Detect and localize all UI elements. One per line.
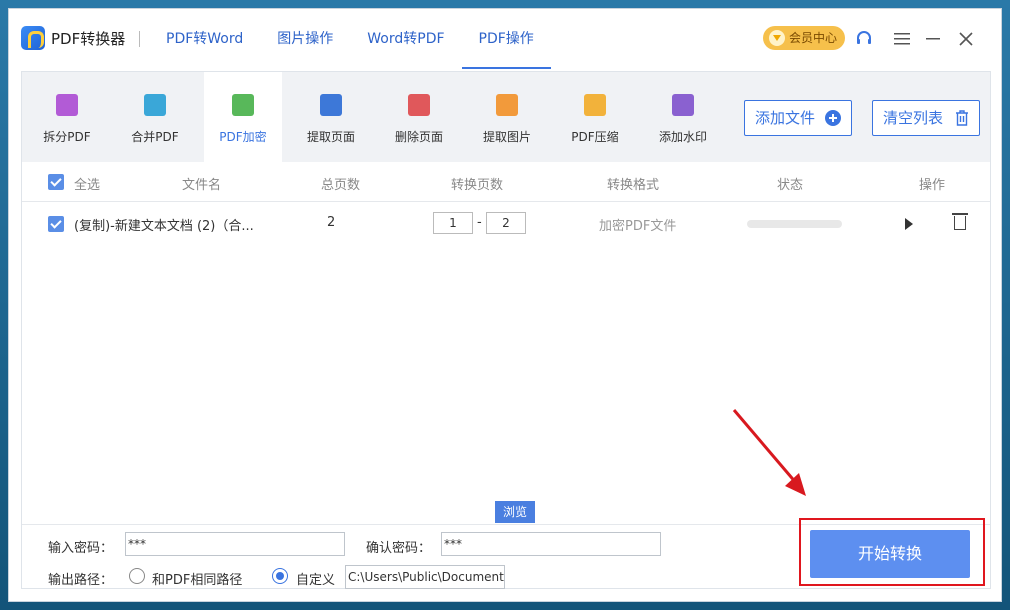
row-total-pages: 2	[327, 215, 336, 230]
tab-image-ops[interactable]: 图片操作	[260, 9, 350, 69]
menu-icon[interactable]	[889, 26, 915, 52]
header-operation: 操作	[919, 178, 946, 193]
tool-delete-pages[interactable]: 删除页面	[380, 72, 458, 162]
vip-label: 会员中心	[789, 31, 838, 45]
tab-pdf-ops[interactable]: PDF操作	[461, 9, 552, 69]
page-to-input[interactable]: 2	[486, 212, 526, 234]
clear-list-button[interactable]: 清空列表	[872, 100, 980, 136]
tool-extract-pages[interactable]: 提取页面	[292, 72, 370, 162]
tool-toolbar: 拆分PDF 合并PDF PDF加密 提取页面 删除页面 提取图片 PDF压缩 添…	[22, 72, 990, 162]
tab-pdf-to-word[interactable]: PDF转Word	[149, 9, 260, 69]
header-filename: 文件名	[182, 178, 222, 193]
app-window: PDF转换器 PDF转Word 图片操作 Word转PDF PDF操作 会员中心	[8, 8, 1002, 602]
confirm-password-label: 确认密码：	[366, 541, 432, 556]
tool-label: 合并PDF	[131, 130, 179, 144]
tool-label: 提取页面	[306, 130, 355, 144]
page-from-input[interactable]: 1	[433, 212, 473, 234]
plus-circle-icon	[825, 110, 841, 126]
tool-split-pdf[interactable]: 拆分PDF	[28, 72, 106, 162]
tool-compress-pdf[interactable]: PDF压缩	[556, 72, 634, 162]
header-select-all: 全选	[74, 178, 101, 193]
custom-path-radio[interactable]	[272, 568, 288, 584]
password-input[interactable]: ***	[125, 532, 345, 556]
header-status: 状态	[777, 178, 804, 193]
browse-button[interactable]: 浏览	[495, 501, 535, 523]
main-nav: PDF转Word 图片操作 Word转PDF PDF操作	[149, 9, 552, 69]
row-delete-icon[interactable]	[952, 213, 968, 230]
output-path-input[interactable]: C:\Users\Public\Documents	[345, 565, 505, 589]
select-all-checkbox[interactable]	[48, 174, 64, 190]
page-range-dash: -	[477, 215, 482, 230]
same-path-radio[interactable]	[129, 568, 145, 584]
start-convert-button[interactable]: 开始转换	[810, 530, 970, 578]
title-separator	[139, 31, 140, 47]
tool-extract-images[interactable]: 提取图片	[468, 72, 546, 162]
image-icon	[496, 94, 518, 116]
close-icon[interactable]	[953, 26, 979, 52]
app-logo-icon	[21, 26, 45, 50]
add-files-button[interactable]: 添加文件	[744, 100, 852, 136]
tool-label: 拆分PDF	[43, 130, 91, 144]
tool-label: 提取图片	[482, 130, 531, 144]
split-icon	[56, 94, 78, 116]
header-convert-pages: 转换页数	[451, 178, 504, 193]
trash-icon	[956, 110, 968, 126]
tool-add-watermark[interactable]: 添加水印	[644, 72, 722, 162]
table-header: 全选 文件名 总页数 转换页数 转换格式 状态 操作	[22, 162, 990, 202]
tool-label: PDF压缩	[571, 130, 619, 144]
merge-icon	[144, 94, 166, 116]
table-row[interactable]: (复制)-新建文本文档 (2)（合... 2 1 - 2 加密PDF文件	[22, 203, 990, 245]
header-format: 转换格式	[607, 178, 660, 193]
lock-icon	[232, 94, 254, 116]
vip-center-button[interactable]: 会员中心	[763, 26, 845, 50]
extract-page-icon	[320, 94, 342, 116]
watermark-icon	[672, 94, 694, 116]
minimize-icon[interactable]	[921, 26, 947, 52]
title-bar: PDF转换器 PDF转Word 图片操作 Word转PDF PDF操作 会员中心	[9, 9, 1001, 69]
custom-path-label: 自定义	[296, 573, 336, 588]
add-files-label: 添加文件	[755, 109, 816, 127]
status-progress-bar	[747, 220, 842, 228]
tool-label: 删除页面	[394, 130, 443, 144]
play-icon[interactable]	[905, 218, 913, 230]
delete-page-icon	[408, 94, 430, 116]
vip-gem-icon	[769, 30, 785, 46]
tool-encrypt-pdf[interactable]: PDF加密	[204, 72, 282, 162]
tool-label: 添加水印	[658, 130, 707, 144]
tool-label: PDF加密	[219, 130, 267, 144]
clear-list-label: 清空列表	[883, 109, 944, 127]
tool-merge-pdf[interactable]: 合并PDF	[116, 72, 194, 162]
password-label: 输入密码：	[48, 541, 114, 556]
support-headset-icon[interactable]	[851, 26, 877, 52]
app-name: PDF转换器	[51, 30, 126, 48]
row-checkbox[interactable]	[48, 216, 64, 232]
header-total-pages: 总页数	[321, 178, 361, 193]
compress-icon	[584, 94, 606, 116]
same-path-label: 和PDF相同路径	[152, 573, 243, 588]
output-path-label: 输出路径：	[48, 573, 114, 588]
row-format: 加密PDF文件	[599, 219, 677, 234]
tab-word-to-pdf[interactable]: Word转PDF	[350, 9, 461, 69]
confirm-password-input[interactable]: ***	[441, 532, 661, 556]
row-filename: (复制)-新建文本文档 (2)（合...	[74, 219, 254, 234]
